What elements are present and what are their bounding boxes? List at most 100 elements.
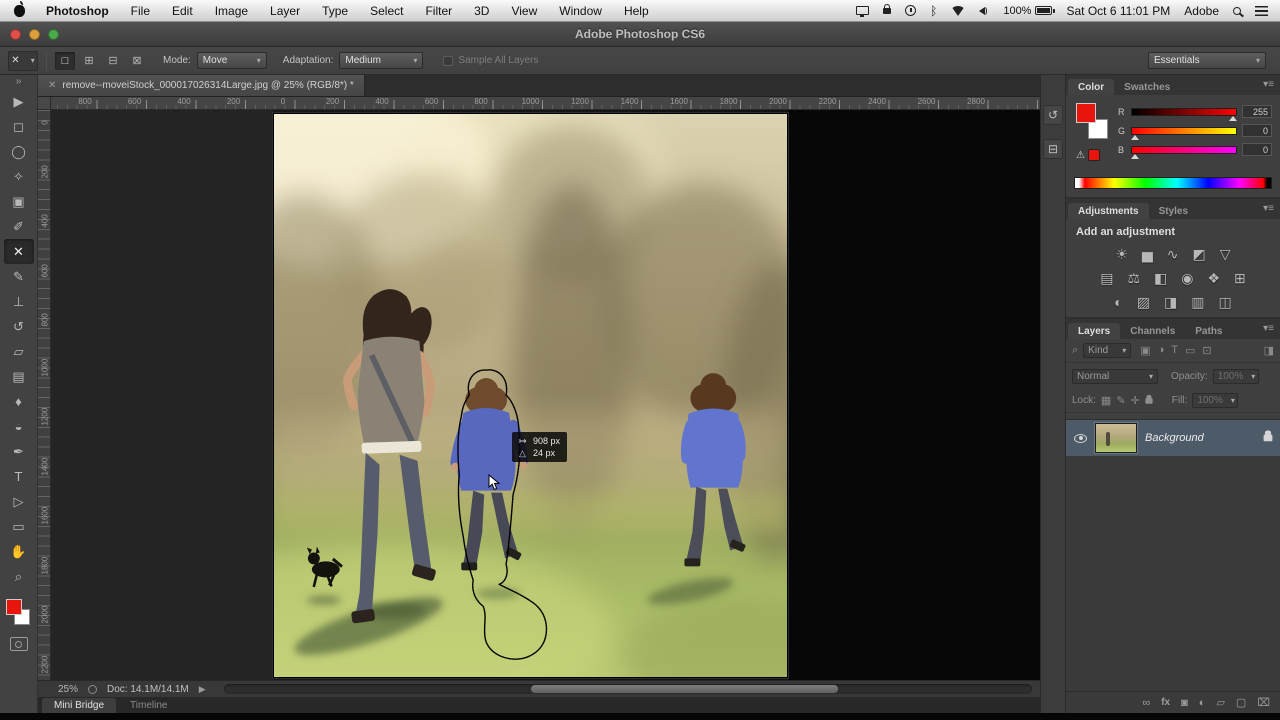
pen-tool[interactable]: ✒ [4, 439, 34, 464]
history-brush-tool[interactable]: ↺ [4, 314, 34, 339]
color-spectrum-ramp[interactable] [1074, 177, 1272, 189]
eyedropper-tool[interactable]: ✐ [4, 214, 34, 239]
slider-thumb[interactable] [1131, 153, 1140, 159]
photo-filter-icon[interactable]: ◉ [1181, 269, 1193, 287]
panel-tab[interactable]: Paths [1185, 323, 1232, 339]
posterize-icon[interactable]: ▨ [1137, 293, 1150, 311]
color-balance-icon[interactable]: ⚖ [1127, 269, 1140, 287]
spotlight-icon[interactable] [1233, 6, 1241, 15]
menu-item[interactable]: Photoshop [35, 0, 120, 22]
panel-tab[interactable]: Color [1068, 79, 1115, 95]
filter-adjustment-icon[interactable]: ◑ [1158, 344, 1165, 357]
dodge-tool[interactable]: ◒ [4, 414, 34, 439]
intersect-selection-mode[interactable]: ⊠ [127, 52, 147, 70]
properties-panel-icon[interactable]: ⊟ [1043, 139, 1063, 159]
layer-style-icon[interactable]: fx [1161, 697, 1170, 708]
toolbar-collapse-chevron[interactable]: » [16, 75, 22, 89]
blend-mode-dropdown[interactable]: Normal ▾ [1072, 368, 1158, 384]
slider-thumb[interactable] [1228, 115, 1237, 121]
quick-selection-tool[interactable]: ✧ [4, 164, 34, 189]
adaptation-dropdown[interactable]: Medium ▾ [339, 52, 424, 69]
path-selection-tool[interactable]: ▷ [4, 489, 34, 514]
battery-indicator[interactable]: 100% [1003, 5, 1055, 17]
black-white-icon[interactable]: ◧ [1154, 269, 1167, 287]
panel-tab[interactable]: Swatches [1114, 79, 1180, 95]
time-machine-icon[interactable] [905, 5, 917, 16]
menu-item[interactable]: Layer [259, 0, 311, 22]
fill-field[interactable]: 100% ▾ [1192, 393, 1239, 408]
menu-item[interactable]: Edit [161, 0, 204, 22]
threshold-icon[interactable]: ◨ [1164, 293, 1177, 311]
zoom-tool[interactable]: ⌕ [4, 564, 34, 589]
lasso-tool[interactable]: ◯ [4, 139, 34, 164]
volume-icon[interactable] [979, 5, 989, 16]
menu-item[interactable]: Select [359, 0, 414, 22]
lock-all-icon[interactable] [1145, 394, 1153, 404]
levels-icon[interactable]: ▅ [1142, 245, 1153, 263]
horizontal-scrollbar[interactable] [223, 684, 1032, 694]
gradient-tool[interactable]: ▤ [4, 364, 34, 389]
new-adjustment-icon[interactable]: ◐ [1199, 697, 1206, 709]
add-mask-icon[interactable]: ◙ [1181, 697, 1188, 709]
menu-item[interactable]: Window [548, 0, 613, 22]
panel-menu-icon[interactable]: ▾≡ [1263, 203, 1274, 214]
color-lookup-icon[interactable]: ⊞ [1234, 269, 1246, 287]
slider-thumb[interactable] [1131, 134, 1140, 140]
new-group-icon[interactable]: ▱ [1216, 696, 1224, 709]
panel-menu-icon[interactable]: ▾≡ [1263, 323, 1274, 334]
brightness-contrast-icon[interactable]: ☀ [1115, 245, 1128, 263]
new-layer-icon[interactable]: ▢ [1236, 696, 1246, 709]
photo-canvas[interactable] [273, 113, 788, 678]
gradient-map-icon[interactable]: ▥ [1191, 293, 1204, 311]
channel-value-field[interactable]: 255 [1242, 105, 1272, 118]
delete-layer-icon[interactable]: ⌧ [1257, 696, 1270, 709]
exposure-icon[interactable]: ◩ [1193, 245, 1206, 263]
channel-value-field[interactable]: 0 [1242, 124, 1272, 137]
menu-item[interactable]: Image [204, 0, 259, 22]
lock-transparency-icon[interactable]: ▦ [1101, 394, 1111, 407]
slider-track[interactable] [1131, 107, 1237, 121]
subtract-selection-mode[interactable]: ⊟ [103, 52, 123, 70]
clone-stamp-tool[interactable]: ⊥ [4, 289, 34, 314]
history-panel-icon[interactable]: ↺ [1043, 105, 1063, 125]
mode-dropdown[interactable]: Move ▾ [196, 52, 267, 69]
status-popup-arrow[interactable]: ▶ [199, 684, 206, 695]
filter-type-icon[interactable]: T [1171, 344, 1178, 357]
link-layers-icon[interactable]: ∞ [1142, 697, 1150, 709]
foreground-color-swatch[interactable] [1076, 103, 1096, 123]
type-tool[interactable]: T [4, 464, 34, 489]
lock-pixels-icon[interactable]: ✎ [1116, 394, 1125, 407]
filter-kind-dropdown[interactable]: Kind ▾ [1083, 343, 1132, 358]
selective-color-icon[interactable]: ◫ [1218, 293, 1231, 311]
apple-icon[interactable] [14, 0, 25, 17]
menu-item[interactable]: Help [613, 0, 660, 22]
menu-item[interactable]: 3D [463, 0, 500, 22]
curves-icon[interactable]: ∿ [1167, 245, 1179, 263]
bottom-tab[interactable]: Mini Bridge [42, 698, 117, 713]
menu-item[interactable]: Type [311, 0, 359, 22]
foreground-color-swatch[interactable] [5, 599, 22, 615]
layer-row-background[interactable]: Background [1066, 420, 1280, 456]
status-circle-icon[interactable] [88, 684, 98, 694]
move-tool[interactable]: ▶ [4, 89, 34, 114]
workspace-dropdown[interactable]: Essentials ▾ [1148, 52, 1266, 69]
shape-tool[interactable]: ▭ [4, 514, 34, 539]
channel-mixer-icon[interactable]: ❖ [1207, 269, 1220, 287]
vertical-ruler[interactable]: 0 200 400 600 800 1000 1200 1400 1600 1800 2000 220… [38, 110, 51, 680]
panel-tab[interactable]: Layers [1068, 323, 1121, 339]
opacity-field[interactable]: 100% ▾ [1212, 368, 1259, 384]
eraser-tool[interactable]: ▱ [4, 339, 34, 364]
slider-track[interactable] [1131, 126, 1237, 140]
panel-menu-icon[interactable]: ▾≡ [1263, 79, 1274, 90]
display-icon[interactable] [856, 6, 870, 17]
menu-item[interactable]: View [500, 0, 548, 22]
lock-position-icon[interactable]: ✛ [1131, 394, 1140, 407]
crop-tool[interactable]: ▣ [4, 189, 34, 214]
quick-mask-button[interactable] [9, 637, 28, 651]
filter-picker-icon[interactable]: ⌕ [1072, 344, 1078, 357]
zoom-window-button[interactable] [48, 29, 59, 40]
filter-smart-icon[interactable]: ⊡ [1202, 344, 1211, 357]
notification-center-icon[interactable] [1255, 5, 1268, 16]
vibrance-icon[interactable]: ▽ [1220, 245, 1231, 263]
layer-visibility-eye-icon[interactable] [1074, 433, 1087, 443]
